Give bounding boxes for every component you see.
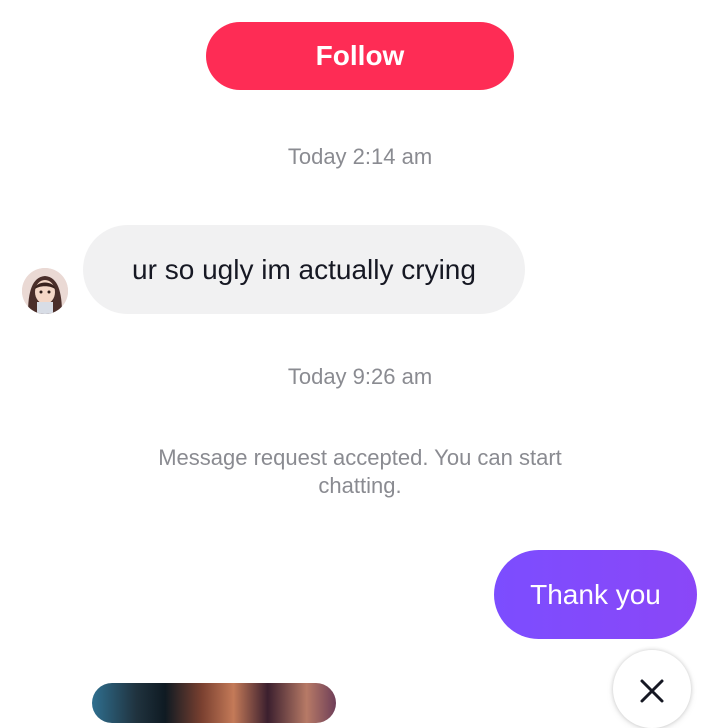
close-icon xyxy=(640,679,664,703)
close-button[interactable] xyxy=(613,650,691,728)
message-timestamp: Today 9:26 am xyxy=(287,364,433,389)
follow-button[interactable]: Follow xyxy=(206,22,514,90)
message-timestamp: Today 2:14 am xyxy=(287,144,433,169)
incoming-message-text: ur so ugly im actually crying xyxy=(132,253,476,285)
sender-avatar[interactable] xyxy=(22,268,68,314)
media-message-preview[interactable] xyxy=(92,683,336,723)
outgoing-message-bubble[interactable]: Thank you xyxy=(494,550,697,639)
outgoing-message-text: Thank you xyxy=(530,578,661,610)
incoming-message-bubble[interactable]: ur so ugly im actually crying xyxy=(83,225,525,314)
system-message: Message request accepted. You can start … xyxy=(158,445,562,498)
user-avatar-image xyxy=(22,268,68,314)
